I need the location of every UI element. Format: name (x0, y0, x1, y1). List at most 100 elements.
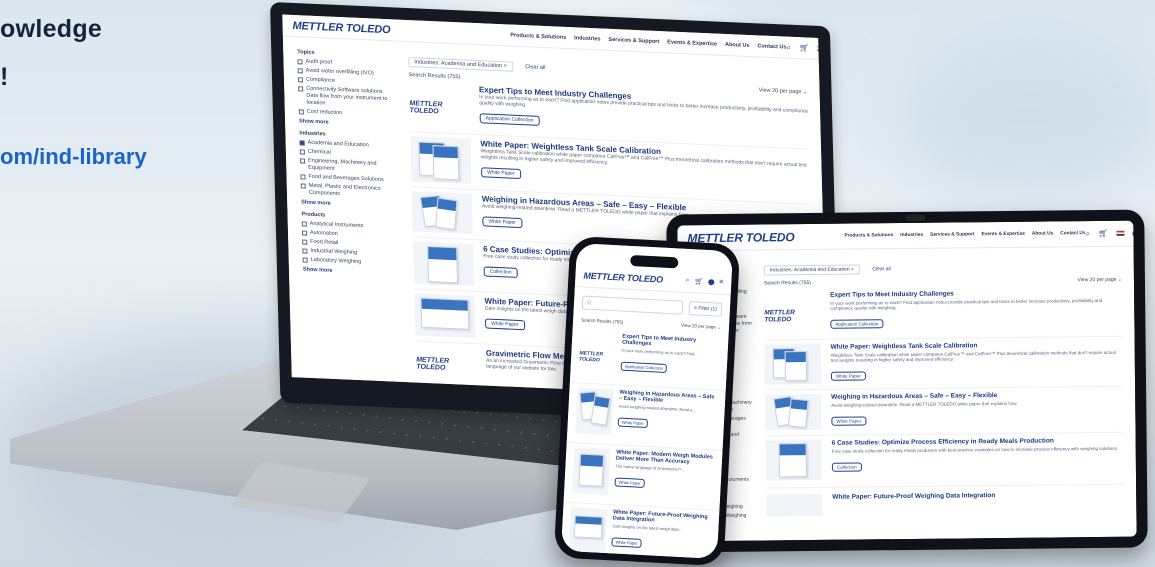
headline-line-1: owledge (0, 15, 103, 43)
result-card[interactable]: Weighing in Hazardous Areas – Safe – Eas… (765, 386, 1124, 437)
smartphone: METTLER TOLEDO ⌕ 🛒︎ ≡ Q ≡ Filter (1) Sea… (553, 235, 741, 567)
menu-icon[interactable]: ≡ (719, 279, 723, 286)
search-input[interactable]: Q (581, 295, 684, 315)
tablet: METTLER TOLEDO Products & Solutions Indu… (666, 209, 1148, 553)
card-description: Free case study collection for ready mea… (831, 445, 1119, 454)
filter-checkbox[interactable]: Laboratory Weighing (302, 257, 398, 268)
menu-products[interactable]: Products & Solutions (510, 32, 566, 40)
cart-icon[interactable]: 🛒︎ (1098, 229, 1108, 238)
card-tag[interactable]: White Paper (611, 537, 642, 548)
per-page-select[interactable]: View 20 per page ⌄ (1078, 277, 1122, 283)
menu-contact[interactable]: Contact Us (1060, 231, 1085, 236)
card-logo: METTLER TOLEDO (764, 308, 796, 323)
menu-contact[interactable]: Contact Us (757, 43, 786, 50)
card-thumbnail (572, 447, 611, 496)
card-logo: METTLER TOLEDO (578, 349, 604, 363)
result-card[interactable]: White Paper: Modern Weigh Modules Delive… (563, 442, 723, 511)
flag-icon[interactable] (817, 45, 826, 52)
card-tag[interactable]: White Paper (481, 167, 521, 180)
filter-checkbox[interactable]: Metal, Plastic and Electronics Component… (300, 182, 396, 200)
filter-button[interactable]: ≡ Filter (1) (688, 301, 723, 317)
show-more-industries[interactable]: Show more (301, 199, 396, 209)
filter-checkbox[interactable]: Cost reduction (298, 108, 394, 119)
menu-industries[interactable]: Industries (574, 35, 600, 42)
results-area: Industries: Academia and Education × Cle… (763, 255, 1125, 517)
menu-about[interactable]: About Us (1032, 231, 1053, 236)
card-description: Weightless Tank Scale calibration white … (830, 349, 1116, 363)
main-menu: Products & Solutions Industries Services… (510, 32, 786, 50)
results-count: Search Results (755) (581, 317, 624, 325)
result-card[interactable]: White Paper: Weightless Tank Scale Calib… (764, 336, 1124, 391)
card-thumbnail (765, 393, 822, 431)
filter-chip[interactable]: Industries: Academia and Education × (408, 57, 513, 72)
result-card[interactable]: White Paper: Future-Proof Weighing Data … (561, 503, 719, 559)
results-count: Search Results (755) (408, 72, 461, 81)
card-thumbnail (410, 136, 472, 184)
search-icon[interactable]: ⌕ (685, 276, 689, 284)
result-card[interactable]: White Paper: Future-Proof Weighing Data … (766, 485, 1124, 517)
per-page-select[interactable]: View 20 per page ⌄ (681, 323, 721, 331)
result-card[interactable]: METTLER TOLEDO Expert Tips to Meet Indus… (764, 288, 1123, 341)
show-more-products[interactable]: Show more (303, 267, 398, 277)
main-menu: Products & Solutions Industries Services… (844, 231, 1085, 239)
clear-all-link[interactable]: Clear all (872, 266, 890, 272)
clear-all-link[interactable]: Clear all (525, 64, 545, 71)
result-card[interactable]: Weighing in Hazardous Areas – Safe – Eas… (566, 382, 726, 452)
card-thumbnail (765, 439, 823, 481)
card-tag[interactable]: White Paper (831, 416, 867, 426)
card-thumbnail (568, 507, 608, 556)
brand-logo[interactable]: METTLER TOLEDO (292, 19, 390, 35)
card-tag[interactable]: Collection (831, 462, 862, 472)
phone-website: METTLER TOLEDO ⌕ 🛒︎ ≡ Q ≡ Filter (1) Sea… (561, 243, 733, 559)
card-tag[interactable]: White Paper (617, 417, 649, 429)
site-nav: METTLER TOLEDO Products & Solutions Indu… (677, 220, 1137, 252)
search-icon[interactable]: ⌕ (1086, 229, 1091, 239)
menu-products[interactable]: Products & Solutions (844, 233, 893, 239)
card-tag[interactable]: White Paper (614, 477, 645, 488)
filter-checkbox[interactable]: Engineering, Machinery and Equipment (300, 157, 395, 175)
tablet-website: METTLER TOLEDO Products & Solutions Indu… (677, 220, 1137, 542)
menu-events[interactable]: Events & Expertise (981, 232, 1025, 237)
brand-logo[interactable]: METTLER TOLEDO (583, 270, 663, 284)
cart-icon[interactable]: 🛒︎ (694, 277, 703, 285)
card-title[interactable]: White Paper: Future-Proof Weighing Data … (832, 491, 1124, 501)
menu-about[interactable]: About Us (725, 41, 750, 48)
nav-icons: ⌕ 🛒︎ (1086, 228, 1137, 239)
nav-icons: ⌕ 🛒︎ (786, 42, 827, 54)
card-tag[interactable]: Application Collection (620, 361, 668, 373)
result-card[interactable]: 6 Case Studies: Optimize Process Efficie… (765, 432, 1125, 489)
user-icon[interactable] (708, 278, 715, 285)
search-icon[interactable]: ⌕ (786, 42, 791, 52)
flag-icon[interactable] (1116, 230, 1125, 236)
menu-services[interactable]: Services & Support (930, 232, 974, 237)
menu-services[interactable]: Services & Support (608, 36, 659, 44)
filter-chip[interactable]: Industries: Academia and Education × (763, 264, 860, 276)
phone-screen: METTLER TOLEDO ⌕ 🛒︎ ≡ Q ≡ Filter (1) Sea… (561, 243, 733, 559)
card-tag[interactable]: Application Collection (479, 113, 540, 126)
card-tag[interactable]: White Paper (482, 216, 523, 229)
card-tag[interactable]: White Paper (484, 318, 525, 331)
per-page-select[interactable]: View 20 per page ⌄ (759, 87, 808, 95)
card-tag[interactable]: White Paper (830, 371, 866, 381)
show-more-topics[interactable]: Show more (299, 118, 394, 128)
menu-industries[interactable]: Industries (900, 233, 923, 238)
filter-sidebar: Topics Audit proof Avoid water overfilli… (297, 43, 398, 281)
menu-events[interactable]: Events & Expertise (667, 39, 717, 47)
card-logo: METTLER TOLEDO (409, 99, 443, 115)
nav-icons: ⌕ 🛒︎ ≡ (685, 276, 723, 286)
card-tag[interactable]: Application Collection (830, 319, 884, 329)
card-thumbnail (413, 241, 475, 287)
card-description: Avoid weighing-related downtime. Read a … (831, 400, 1018, 408)
cart-icon[interactable]: 🛒︎ (799, 43, 809, 52)
headline-line-2: ! (0, 63, 9, 91)
tablet-camera (905, 214, 926, 222)
results-count: Search Results (755) (763, 280, 811, 287)
card-tag[interactable]: Collection (483, 266, 518, 278)
card-logo: METTLER TOLEDO (416, 356, 450, 372)
library-url[interactable]: om/ind-library (0, 144, 147, 170)
filter-checkbox[interactable]: Connectivity Software solutions Data flo… (298, 85, 394, 110)
user-icon[interactable] (1132, 229, 1137, 238)
result-card[interactable]: METTLER TOLEDO Expert Tips to Meet Indus… (569, 329, 729, 392)
card-thumbnail (575, 387, 614, 436)
card-description: In your work performing as to each? Find… (830, 297, 1103, 311)
